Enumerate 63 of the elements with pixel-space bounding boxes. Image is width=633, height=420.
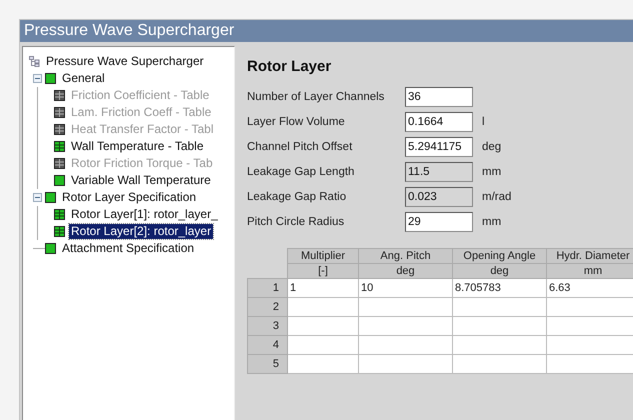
row-header: 2 <box>248 298 288 316</box>
table-cell[interactable]: 6.63 <box>546 278 633 298</box>
field-label: Pitch Circle Radius <box>247 216 346 228</box>
column-header: Opening Angle <box>452 248 546 264</box>
column-unit: mm <box>546 264 633 278</box>
field-label: Layer Flow Volume <box>247 116 346 128</box>
input-field[interactable]: 0.1664 <box>405 112 473 132</box>
input-field[interactable]: 0.023 <box>405 187 473 207</box>
collapse-icon[interactable] <box>33 193 42 202</box>
field-label: Leakage Gap Length <box>247 166 356 178</box>
tree-item[interactable]: Rotor Layer[2]: rotor_layer <box>69 224 214 239</box>
tree-root-label[interactable]: Pressure Wave Supercharger <box>44 54 206 69</box>
column-unit: deg <box>358 264 452 278</box>
unit-label: mm <box>482 216 502 228</box>
tree-item[interactable]: Wall Temperature - Table <box>69 139 206 154</box>
field-label: Number of Layer Channels <box>247 91 386 103</box>
collapse-icon[interactable] <box>33 74 42 83</box>
input-field[interactable]: 29 <box>405 212 473 232</box>
table-cell[interactable] <box>546 354 633 374</box>
table-cell[interactable] <box>288 298 358 316</box>
panel-heading: Rotor Layer <box>247 58 332 75</box>
unit-label: deg <box>482 141 502 153</box>
field-label: Channel Pitch Offset <box>247 141 354 153</box>
table-cell[interactable] <box>452 336 546 354</box>
tree-item[interactable]: Attachment Specification <box>60 241 196 256</box>
input-field[interactable]: 36 <box>405 87 473 107</box>
table-cell[interactable] <box>288 336 358 354</box>
table-cell[interactable] <box>546 298 633 316</box>
table-cell[interactable] <box>358 354 452 374</box>
table-cell[interactable] <box>452 354 546 374</box>
unit-label: l <box>482 116 485 128</box>
table-cell[interactable] <box>288 316 358 336</box>
unit-label: mm <box>482 166 502 178</box>
table-cell[interactable] <box>358 316 452 336</box>
column-unit: deg <box>452 264 546 278</box>
row-header: 1 <box>248 278 288 298</box>
unit-label: m/rad <box>482 191 512 203</box>
tree-item[interactable]: Rotor Layer Specification <box>60 190 198 205</box>
table-cell[interactable] <box>546 336 633 354</box>
row-header: 3 <box>248 316 288 336</box>
table-cell[interactable] <box>358 336 452 354</box>
column-header: Multiplier <box>288 248 358 264</box>
column-header: Hydr. Diameter <box>546 248 633 264</box>
tree-item[interactable]: Variable Wall Temperature <box>69 173 213 188</box>
tree-item[interactable]: General <box>60 71 107 86</box>
table-cell[interactable] <box>452 298 546 316</box>
table-cell[interactable] <box>452 316 546 336</box>
table-cell[interactable] <box>546 316 633 336</box>
tree-icon <box>29 56 40 67</box>
column-unit: [-] <box>288 264 358 278</box>
table-cell[interactable] <box>288 354 358 374</box>
window-title: Pressure Wave Supercharger <box>20 20 633 42</box>
field-label: Leakage Gap Ratio <box>247 191 348 203</box>
row-header: 5 <box>248 354 288 374</box>
table-cell[interactable]: 1 <box>288 278 358 298</box>
input-field[interactable]: 11.5 <box>405 162 473 182</box>
input-field[interactable]: 5.2941175 <box>405 137 473 157</box>
table-cell[interactable]: 10 <box>358 278 452 298</box>
table-cell[interactable]: 8.705783 <box>452 278 546 298</box>
tree-item[interactable]: Rotor Layer[1]: rotor_layer_ <box>69 207 220 222</box>
column-header: Ang. Pitch <box>358 248 452 264</box>
table-cell[interactable] <box>358 298 452 316</box>
row-header: 4 <box>248 336 288 354</box>
